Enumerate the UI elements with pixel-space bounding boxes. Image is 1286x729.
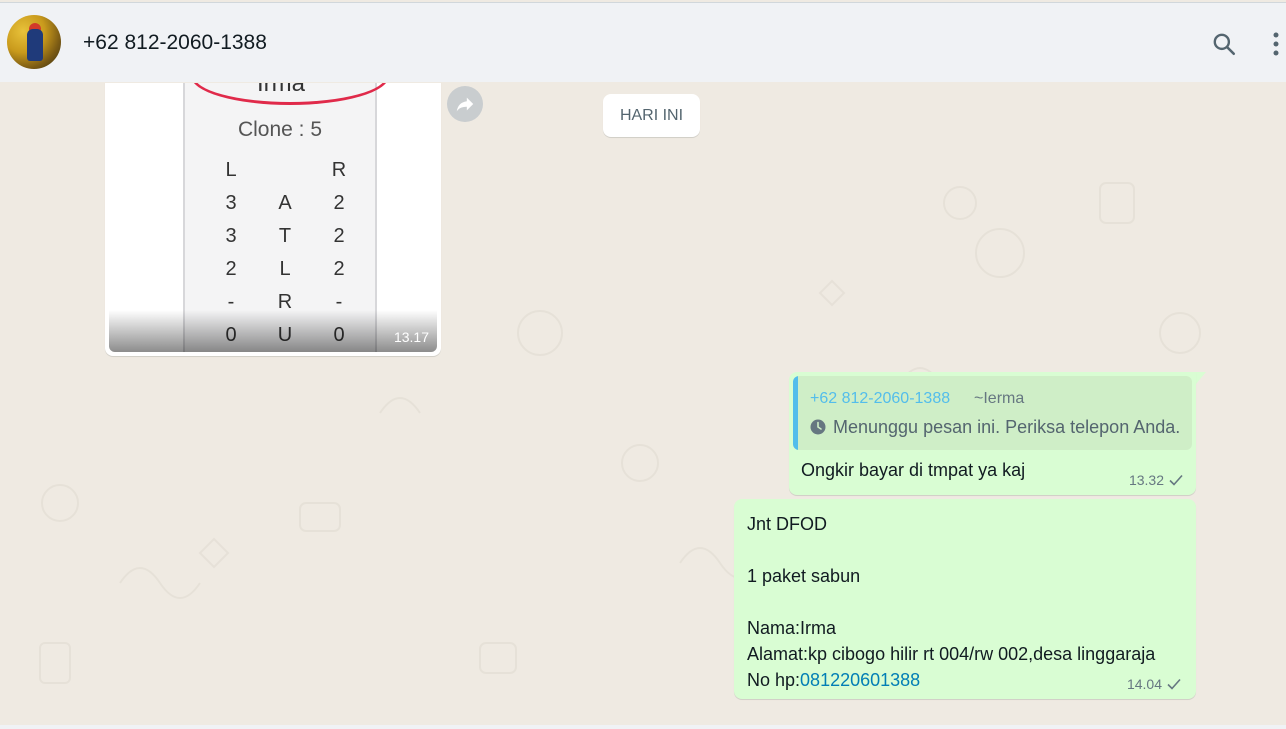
forward-icon (456, 97, 474, 112)
grid-cell: L (279, 258, 291, 280)
forward-button[interactable] (447, 86, 483, 122)
message-line: Nama:Irma (747, 618, 837, 638)
image-message-bubble[interactable]: Irma Clone : 5 L R 3 A 2 3 T 2 2 L 2 - R… (105, 83, 441, 356)
bubble-tail (1196, 372, 1206, 384)
message-line: 1 paket sabun (747, 566, 861, 586)
chat-footer-edge (0, 725, 1286, 729)
message-time: 13.17 (393, 329, 429, 345)
search-button[interactable] (1208, 28, 1240, 60)
chat-header: +62 812-2060-1388 (0, 2, 1286, 82)
date-divider: HARI INI (603, 94, 700, 137)
image-gradient-overlay (109, 310, 437, 352)
grid-cell: 2 (225, 258, 237, 280)
quoted-sender-number: +62 812-2060-1388 (810, 390, 951, 407)
avatar-figure (27, 29, 43, 61)
message-meta: 14.04 (1127, 676, 1182, 692)
grid-cell: 2 (333, 258, 345, 280)
quote-accent-bar (793, 376, 798, 450)
message-text: Jnt DFOD 1 paket sabun Nama:Irma Alamat:… (747, 511, 1155, 693)
image-clone-label: Clone : 5 (237, 118, 323, 141)
grid-cell: 2 (333, 192, 345, 214)
grid-cell: 2 (333, 225, 345, 247)
kebab-menu-icon (1273, 32, 1279, 56)
message-time: 14.04 (1126, 676, 1162, 692)
quoted-sender-alias: ~Ierma (974, 390, 1025, 407)
single-check-icon (1169, 474, 1183, 486)
quoted-message[interactable]: +62 812-2060-1388 ~Ierma Menunggu pesan … (793, 376, 1192, 450)
contact-name[interactable]: +62 812-2060-1388 (83, 31, 267, 55)
grid-cell: R (331, 159, 347, 181)
quoted-message-text: Menunggu pesan ini. Periksa telepon Anda… (833, 417, 1181, 437)
chat-area[interactable]: HARI INI Irma Clone : 5 L R 3 A 2 3 T 2 … (0, 83, 1286, 725)
phone-label: No hp: (747, 670, 801, 690)
message-meta: 13.32 (1129, 472, 1184, 488)
outgoing-message-bubble[interactable]: +62 812-2060-1388 ~Ierma Menunggu pesan … (789, 372, 1196, 495)
grid-row: L R (221, 159, 351, 192)
message-time: 13.32 (1128, 472, 1164, 488)
single-check-icon (1167, 678, 1181, 690)
message-text: Ongkir bayar di tmpat ya kaj (801, 460, 1026, 480)
grid-row: 3 T 2 (221, 225, 351, 258)
grid-row: 2 L 2 (221, 258, 351, 291)
grid-cell: A (278, 192, 292, 214)
message-line: No hp:081220601388 (747, 667, 1155, 693)
grid-cell: 3 (225, 225, 237, 247)
menu-button[interactable] (1266, 28, 1286, 60)
grid-cell: 3 (225, 192, 237, 214)
clock-icon (810, 419, 826, 435)
message-line: Jnt DFOD (747, 514, 828, 534)
grid-cell: L (225, 159, 237, 181)
message-line: Alamat:kp cibogo hilir rt 004/rw 002,des… (747, 644, 1156, 664)
search-icon (1213, 33, 1236, 56)
grid-cell: T (278, 225, 292, 247)
phone-number-link[interactable]: 081220601388 (800, 670, 920, 690)
contact-avatar[interactable] (7, 15, 61, 69)
outgoing-message-bubble[interactable]: Jnt DFOD 1 paket sabun Nama:Irma Alamat:… (734, 499, 1196, 699)
image-label-irma: Irma (257, 83, 305, 97)
image-message[interactable]: Irma Clone : 5 L R 3 A 2 3 T 2 2 L 2 - R… (109, 83, 437, 352)
grid-row: 3 A 2 (221, 192, 351, 225)
